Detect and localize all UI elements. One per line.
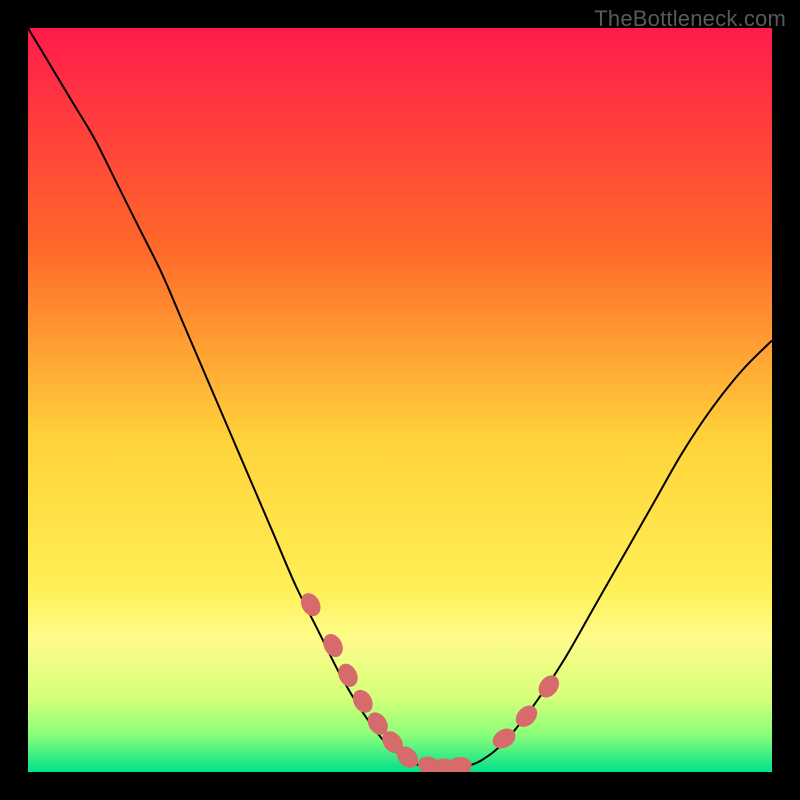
chart-svg: [28, 28, 772, 772]
chart-background: [28, 28, 772, 772]
chart-stage: TheBottleneck.com: [0, 0, 800, 800]
watermark-text: TheBottleneck.com: [594, 6, 786, 32]
